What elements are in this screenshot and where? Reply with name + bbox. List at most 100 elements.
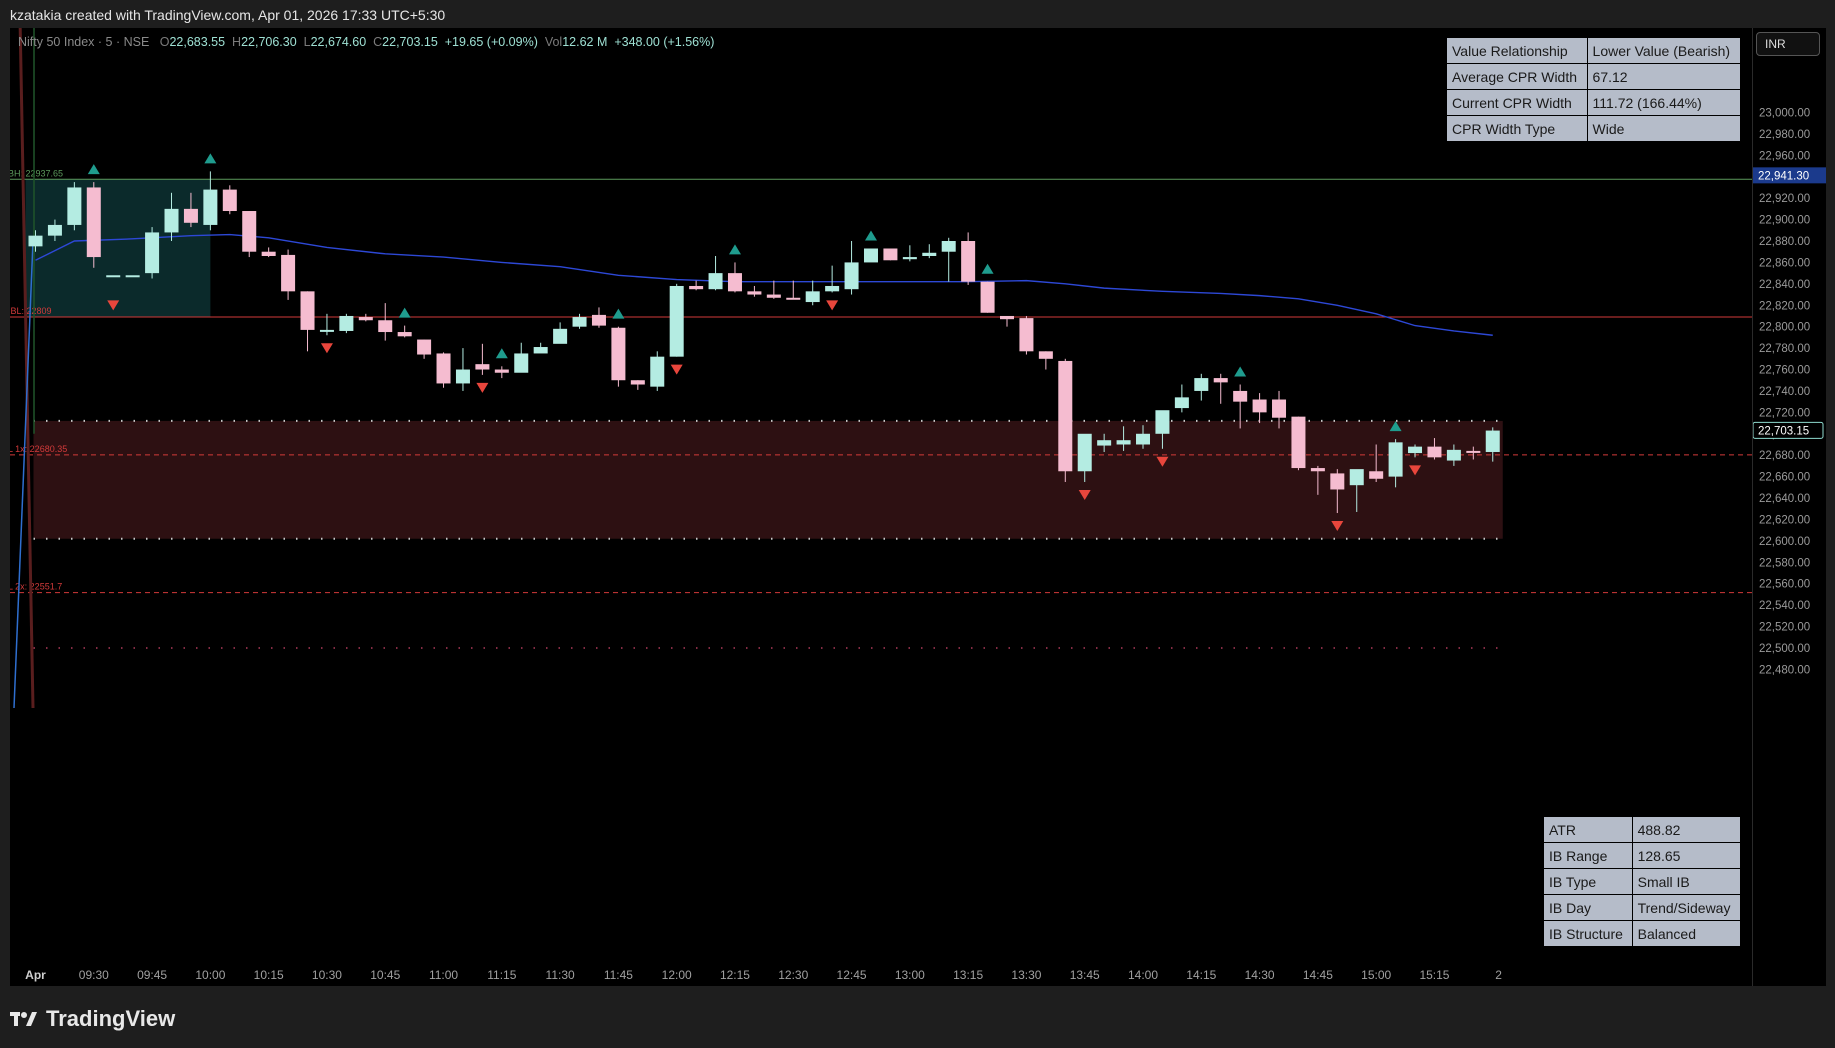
candle-body	[397, 332, 412, 337]
ib-1x-label: L 1x: 22680.35	[10, 444, 67, 454]
ib-value: Balanced	[1631, 920, 1742, 947]
candle-body	[417, 339, 432, 355]
y-tick-label: 22,540.00	[1759, 600, 1810, 612]
y-tick-label: 22,640.00	[1759, 493, 1810, 505]
ib-key: IB Type	[1543, 868, 1633, 895]
tradingview-logo[interactable]: TradingView	[10, 1006, 175, 1032]
y-tick-label: 22,900.00	[1759, 215, 1810, 227]
cpr-zone	[33, 420, 1503, 539]
y-tick-label: 22,660.00	[1759, 472, 1810, 484]
y-tick-label: 22,760.00	[1759, 365, 1810, 377]
legend-close-label: C	[373, 35, 383, 49]
y-tick-label: 22,620.00	[1759, 514, 1810, 526]
ib-key: IB Structure	[1543, 920, 1633, 947]
candle-body	[572, 317, 587, 327]
cpr-key: Value Relationship	[1446, 37, 1588, 64]
cpr-key: Average CPR Width	[1446, 63, 1588, 90]
price-chart[interactable]: BH: 22937.65IBL: 22809L 1x: 22680.35L 2x…	[10, 28, 1752, 986]
candle-body	[922, 252, 937, 256]
buy-signal-marker	[398, 307, 411, 318]
ib-row: IB Range 128.65	[1543, 842, 1742, 869]
ib-value: Trend/Sideway	[1631, 894, 1742, 921]
chart-panel[interactable]: BH: 22937.65IBL: 22809L 1x: 22680.35L 2x…	[10, 28, 1752, 986]
sell-signal-marker	[826, 300, 839, 311]
legend-vol-label: Vol	[544, 35, 563, 49]
candle-body	[1038, 351, 1053, 359]
x-tick-label: 13:45	[1070, 968, 1100, 982]
buy-signal-marker	[728, 244, 741, 255]
cpr-row: CPR Width Type Wide	[1446, 115, 1742, 142]
candle-body	[1369, 471, 1384, 479]
buy-signal-marker	[864, 230, 877, 241]
cpr-value: 67.12	[1586, 63, 1742, 90]
buy-signal-marker	[87, 164, 100, 175]
y-tick-label: 22,720.00	[1759, 407, 1810, 419]
x-tick-label: 12:45	[837, 968, 867, 982]
tradingview-logo-icon	[10, 1012, 37, 1026]
x-tick-label: 11:15	[487, 968, 516, 982]
ib-row: IB Day Trend/Sideway	[1543, 894, 1742, 921]
candle-body	[1446, 449, 1461, 461]
x-tick-label: 15:00	[1361, 968, 1391, 982]
cpr-value: 111.72 (166.44%)	[1586, 89, 1742, 116]
candle-body	[222, 189, 237, 212]
x-tick-label: 11:00	[429, 968, 458, 982]
cpr-row: Current CPR Width 111.72 (166.44%)	[1446, 89, 1742, 116]
candle-body	[475, 364, 490, 370]
legend-low: 22,674.60	[310, 35, 367, 49]
legend-open: 22,683.55	[169, 35, 226, 49]
buy-signal-marker	[495, 348, 508, 359]
candle-body	[1233, 390, 1248, 402]
cpr-key: CPR Width Type	[1446, 115, 1588, 142]
candle-body	[1349, 469, 1364, 486]
candle-body	[630, 380, 645, 385]
candle-body	[47, 224, 62, 236]
x-tick-label: 15:15	[1419, 968, 1449, 982]
candle-body	[358, 317, 373, 321]
x-tick-label: 14:15	[1186, 968, 1216, 982]
x-tick-label: 11:45	[604, 968, 633, 982]
candle-body	[1291, 416, 1306, 469]
candle-body	[1427, 446, 1442, 458]
candle-body	[786, 297, 801, 300]
candle-body	[961, 241, 976, 282]
x-tick-label: 11:30	[546, 968, 575, 982]
brand-text: TradingView	[46, 1006, 176, 1031]
candle-body	[1058, 360, 1073, 472]
x-tick-label: 12:30	[778, 968, 808, 982]
candle-body	[1000, 315, 1014, 320]
y-tick-label: 22,600.00	[1759, 536, 1810, 548]
candle-body	[125, 275, 140, 278]
ib-value: 128.65	[1631, 842, 1742, 869]
candle-body	[1330, 473, 1345, 490]
ib-high-label: BH: 22937.65	[10, 168, 63, 178]
sell-signal-marker	[476, 382, 489, 393]
buy-signal-marker	[612, 308, 625, 319]
candle-body	[514, 353, 529, 373]
cpr-table: Value Relationship Lower Value (Bearish) …	[1446, 37, 1742, 142]
candle-body	[1388, 442, 1403, 477]
legend-open-label: O	[159, 35, 170, 49]
x-tick-label: 14:00	[1128, 968, 1158, 982]
legend-symbol: Nifty 50 Index · 5 · NSE	[18, 35, 150, 49]
price-axis[interactable]: 23,000.0022,980.0022,960.0022,940.0022,9…	[1752, 28, 1826, 986]
price-axis-svg: 23,000.0022,980.0022,960.0022,940.0022,9…	[1753, 107, 1826, 676]
legend-extra-change: +348.00 (+1.56%)	[614, 35, 715, 49]
candle-body	[436, 353, 451, 384]
cpr-value: Wide	[1586, 115, 1742, 142]
last-price-value: 22,703.15	[1758, 425, 1809, 437]
candle-body	[1155, 410, 1170, 434]
sell-signal-marker	[320, 343, 333, 354]
x-tick-label: 10:15	[254, 968, 284, 982]
ib-row: ATR 488.82	[1543, 816, 1742, 843]
x-tick-label: 13:00	[895, 968, 925, 982]
candle-body	[650, 356, 665, 387]
candle-body	[242, 211, 257, 252]
y-tick-label: 22,520.00	[1759, 622, 1810, 634]
candle-body	[669, 285, 684, 357]
y-tick-label: 22,860.00	[1759, 257, 1810, 269]
legend-close: 22,703.15	[382, 35, 438, 49]
candle-body	[980, 281, 995, 313]
high-price-value: 22,941.30	[1758, 170, 1809, 182]
currency-button[interactable]: INR	[1756, 32, 1820, 56]
